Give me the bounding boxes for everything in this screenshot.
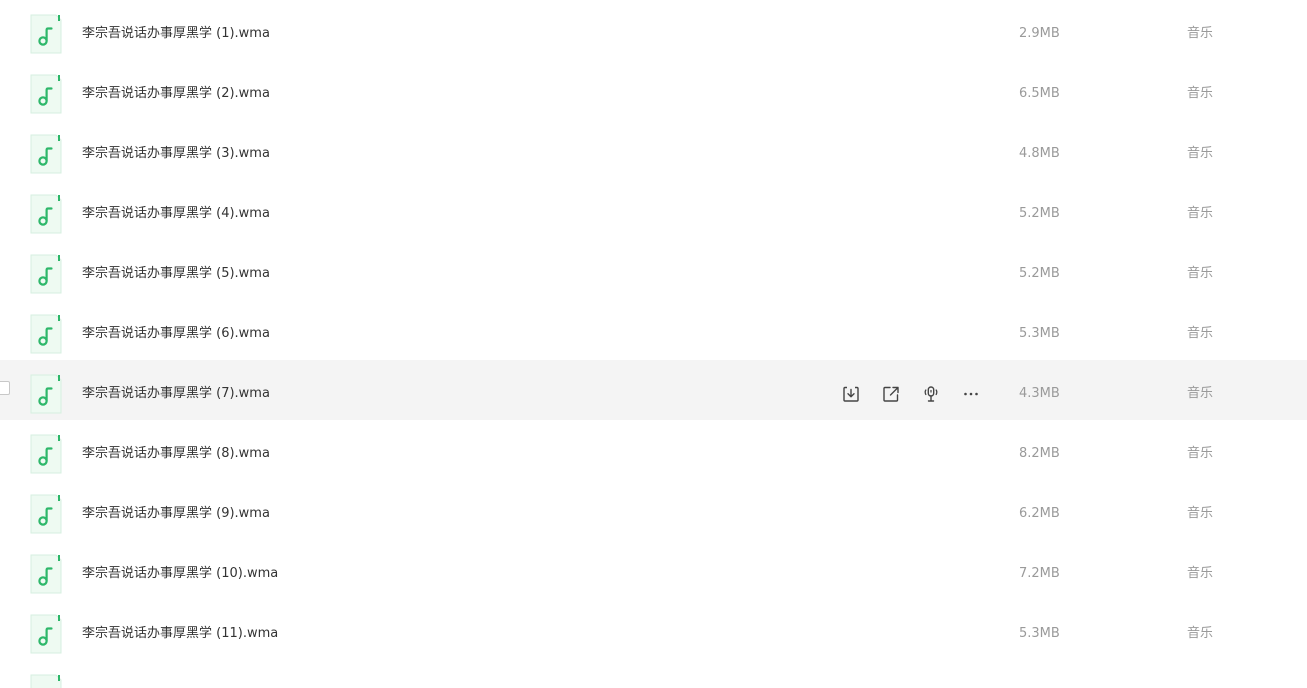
file-name[interactable]: 李宗吾说话办事厚黑学 (7).wma	[82, 360, 270, 420]
music-file-icon	[30, 674, 62, 688]
music-file-icon	[30, 254, 62, 294]
file-row[interactable]: 李宗吾说话办事厚黑学 (6).wma 5.3MB 音乐	[0, 300, 1307, 360]
file-size: 4.3MB	[1019, 386, 1060, 401]
music-file-icon	[30, 134, 62, 174]
podcast-icon[interactable]	[918, 381, 944, 407]
file-type: 音乐	[1187, 146, 1214, 161]
file-row-partial[interactable]	[0, 660, 1307, 688]
file-name[interactable]: 李宗吾说话办事厚黑学 (8).wma	[82, 420, 270, 480]
file-type: 音乐	[1187, 506, 1214, 521]
row-actions	[838, 360, 998, 420]
file-name[interactable]: 李宗吾说话办事厚黑学 (4).wma	[82, 180, 270, 240]
file-size: 5.2MB	[1019, 206, 1060, 221]
file-size: 5.3MB	[1019, 626, 1060, 641]
file-type: 音乐	[1187, 326, 1214, 341]
file-size: 6.2MB	[1019, 506, 1060, 521]
file-size: 5.3MB	[1019, 326, 1060, 341]
file-name[interactable]: 李宗吾说话办事厚黑学 (5).wma	[82, 240, 270, 300]
row-checkbox[interactable]	[0, 381, 10, 395]
file-type: 音乐	[1187, 26, 1214, 41]
music-file-icon	[30, 614, 62, 654]
file-row[interactable]: 李宗吾说话办事厚黑学 (4).wma 5.2MB 音乐	[0, 180, 1307, 240]
file-name[interactable]: 李宗吾说话办事厚黑学 (9).wma	[82, 480, 270, 540]
music-file-icon	[30, 554, 62, 594]
file-size: 6.5MB	[1019, 86, 1060, 101]
file-type: 音乐	[1187, 446, 1214, 461]
music-file-icon	[30, 314, 62, 354]
file-name[interactable]: 李宗吾说话办事厚黑学 (10).wma	[82, 540, 278, 600]
file-size: 7.2MB	[1019, 566, 1060, 581]
file-type: 音乐	[1187, 266, 1214, 281]
file-name[interactable]: 李宗吾说话办事厚黑学 (3).wma	[82, 120, 270, 180]
file-row[interactable]: 李宗吾说话办事厚黑学 (8).wma 8.2MB 音乐	[0, 420, 1307, 480]
share-icon[interactable]	[878, 381, 904, 407]
music-file-icon	[30, 434, 62, 474]
file-row[interactable]: 李宗吾说话办事厚黑学 (5).wma 5.2MB 音乐	[0, 240, 1307, 300]
file-row[interactable]: 李宗吾说话办事厚黑学 (2).wma 6.5MB 音乐	[0, 60, 1307, 120]
more-icon[interactable]	[958, 381, 984, 407]
file-type: 音乐	[1187, 86, 1214, 101]
file-row[interactable]: 李宗吾说话办事厚黑学 (9).wma 6.2MB 音乐	[0, 480, 1307, 540]
file-size: 2.9MB	[1019, 26, 1060, 41]
file-type: 音乐	[1187, 626, 1214, 641]
file-row[interactable]: 李宗吾说话办事厚黑学 (11).wma 5.3MB 音乐	[0, 600, 1307, 660]
music-file-icon	[30, 14, 62, 54]
file-row[interactable]: 李宗吾说话办事厚黑学 (10).wma 7.2MB 音乐	[0, 540, 1307, 600]
file-name[interactable]: 李宗吾说话办事厚黑学 (11).wma	[82, 600, 278, 660]
file-list: 李宗吾说话办事厚黑学 (1).wma 2.9MB 音乐 李宗吾说话办事厚黑学 (…	[0, 0, 1307, 688]
file-name[interactable]: 李宗吾说话办事厚黑学 (2).wma	[82, 60, 270, 120]
music-file-icon	[30, 74, 62, 114]
file-size: 4.8MB	[1019, 146, 1060, 161]
music-file-icon	[30, 374, 62, 414]
music-file-icon	[30, 494, 62, 534]
file-row[interactable]: 李宗吾说话办事厚黑学 (3).wma 4.8MB 音乐	[0, 120, 1307, 180]
file-name[interactable]: 李宗吾说话办事厚黑学 (6).wma	[82, 300, 270, 360]
file-size: 5.2MB	[1019, 266, 1060, 281]
file-size: 8.2MB	[1019, 446, 1060, 461]
file-type: 音乐	[1187, 566, 1214, 581]
file-type: 音乐	[1187, 386, 1214, 401]
file-type: 音乐	[1187, 206, 1214, 221]
file-row[interactable]: 李宗吾说话办事厚黑学 (1).wma 2.9MB 音乐	[0, 0, 1307, 60]
file-row-hovered[interactable]: 李宗吾说话办事厚黑学 (7).wma 4.3MB 音乐	[0, 360, 1307, 420]
music-file-icon	[30, 194, 62, 234]
file-name[interactable]: 李宗吾说话办事厚黑学 (1).wma	[82, 0, 270, 60]
download-icon[interactable]	[838, 381, 864, 407]
